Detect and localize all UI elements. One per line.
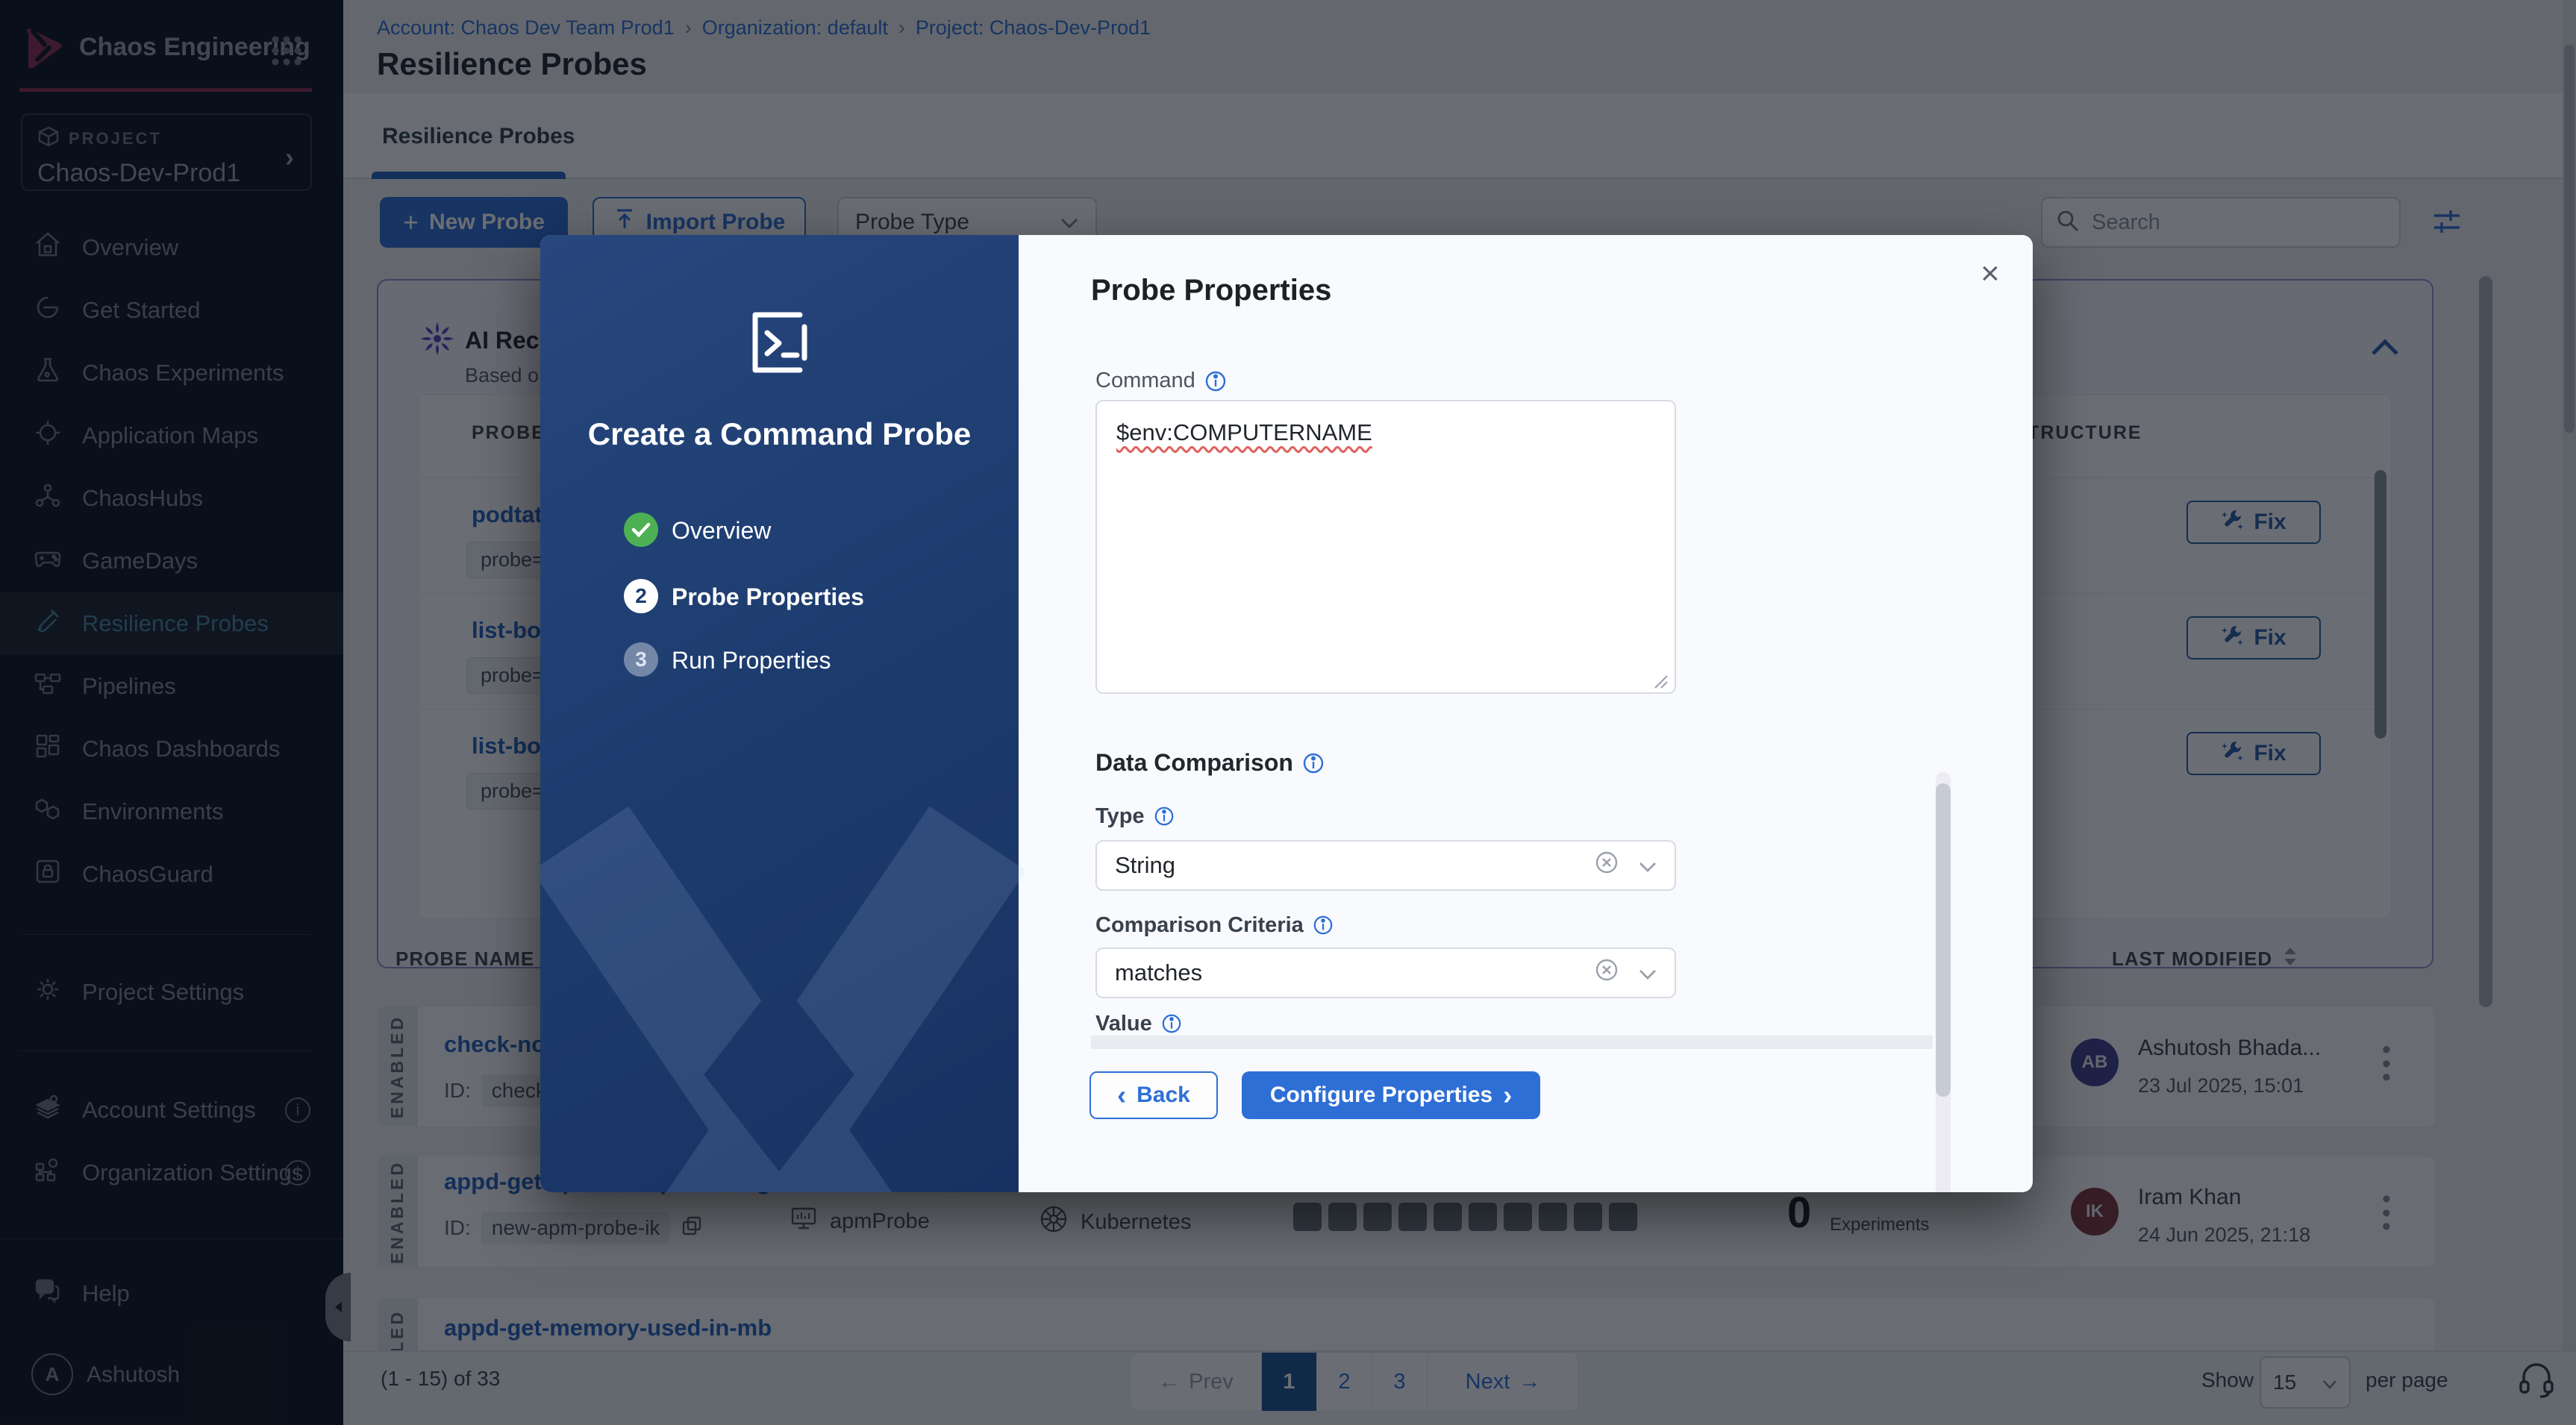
command-field-label: Command <box>1095 369 1227 393</box>
configure-properties-button[interactable]: Configure Properties › <box>1242 1071 1540 1119</box>
step-1-done-icon[interactable] <box>624 513 658 547</box>
info-icon[interactable] <box>1313 915 1335 937</box>
chevron-right-icon: › <box>1503 1080 1512 1111</box>
type-field-label: Type <box>1095 804 1176 829</box>
info-icon[interactable] <box>1161 1013 1184 1036</box>
info-icon[interactable] <box>1154 806 1176 828</box>
value-field-label: Value <box>1095 1012 1184 1036</box>
data-comparison-section-label: Data Comparison <box>1095 749 1325 777</box>
create-command-probe-modal: Create a Command Probe Overview 2 Probe … <box>540 235 2033 1192</box>
resize-handle-icon[interactable] <box>1652 673 1669 693</box>
step-2-number[interactable]: 2 <box>624 579 658 613</box>
modal-title: Probe Properties <box>1091 274 1331 307</box>
type-select-value: String <box>1115 852 1594 879</box>
step-1-label[interactable]: Overview <box>672 517 771 545</box>
modal-scrollbar-thumb[interactable] <box>1936 783 1951 1097</box>
back-label: Back <box>1137 1083 1190 1108</box>
chevron-down-icon[interactable] <box>1639 852 1657 879</box>
step-2-label[interactable]: Probe Properties <box>672 583 864 611</box>
wizard-panel: Create a Command Probe Overview 2 Probe … <box>540 235 1019 1192</box>
app-root: Chaos Engineering PROJECT Chaos-Dev-Prod… <box>0 0 2576 1425</box>
criteria-select[interactable]: matches <box>1095 948 1676 998</box>
chevron-left-icon: ‹ <box>1117 1080 1126 1111</box>
info-icon[interactable] <box>1204 370 1227 392</box>
type-select[interactable]: String <box>1095 840 1676 891</box>
command-textarea[interactable]: $env:COMPUTERNAME <box>1095 400 1676 694</box>
configure-label: Configure Properties <box>1270 1083 1492 1108</box>
back-button[interactable]: ‹ Back <box>1090 1071 1218 1119</box>
criteria-field-label: Comparison Criteria <box>1095 913 1335 938</box>
criteria-select-value: matches <box>1115 959 1594 986</box>
clear-icon[interactable] <box>1594 850 1619 881</box>
close-icon[interactable]: × <box>1981 257 2000 290</box>
step-3-number[interactable]: 3 <box>624 642 658 677</box>
harness-watermark-icon <box>540 763 1063 1192</box>
form-clip-strip <box>1091 1036 1933 1049</box>
wizard-title: Create a Command Probe <box>540 416 1019 452</box>
clear-icon[interactable] <box>1594 957 1619 989</box>
chevron-down-icon[interactable] <box>1639 959 1657 986</box>
step-3-label[interactable]: Run Properties <box>672 647 831 674</box>
info-icon[interactable] <box>1302 752 1325 774</box>
terminal-icon <box>745 307 815 381</box>
modal-scrollbar-track[interactable] <box>1936 772 1951 1192</box>
form-scroll-area: Command $env:COMPUTERNAME Data Compariso… <box>1091 351 1933 1036</box>
